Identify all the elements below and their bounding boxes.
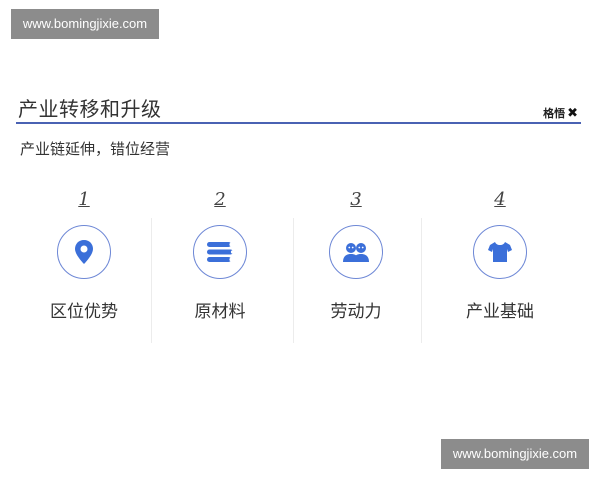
factor-icon-circle — [473, 225, 527, 279]
factor-item-labor: 3 劳动力 — [286, 188, 426, 343]
factor-label: 劳动力 — [330, 302, 382, 322]
factor-label: 原材料 — [194, 302, 246, 322]
factor-number: 4 — [494, 189, 506, 210]
watermark-top: www.bomingjixie.com — [11, 9, 159, 39]
factor-number: 2 — [214, 189, 226, 210]
divider — [421, 218, 422, 343]
location-pin-icon — [75, 240, 93, 264]
title-underline — [16, 122, 581, 124]
page: www.bomingjixie.com 产业转移和升级 格悟 ✖ 产业链延伸，错… — [0, 0, 600, 480]
material-stack-icon — [207, 242, 235, 262]
subtitle: 产业链延伸，错位经营 — [20, 140, 171, 158]
factor-icon-circle — [193, 225, 247, 279]
brand-mark: ✖ — [567, 105, 578, 121]
factor-number: 1 — [78, 189, 90, 210]
factor-list: 1 区位优势 2 原材料 3 劳动力 4 产业基础 — [14, 188, 574, 343]
factor-label: 区位优势 — [50, 302, 118, 322]
brand-logo: 格悟 ✖ — [543, 105, 578, 121]
factor-label: 产业基础 — [466, 302, 534, 322]
people-icon — [343, 243, 369, 262]
factor-icon-circle — [57, 225, 111, 279]
factor-icon-circle — [329, 225, 383, 279]
brand-text: 格悟 — [543, 107, 566, 120]
factor-number: 3 — [350, 189, 362, 210]
page-title: 产业转移和升级 — [18, 97, 162, 121]
factor-item-industry: 4 产业基础 — [430, 188, 570, 343]
watermark-bottom: www.bomingjixie.com — [441, 439, 589, 469]
factor-item-materials: 2 原材料 — [150, 188, 290, 343]
factor-item-location: 1 区位优势 — [14, 188, 154, 343]
tshirt-icon — [488, 242, 512, 262]
